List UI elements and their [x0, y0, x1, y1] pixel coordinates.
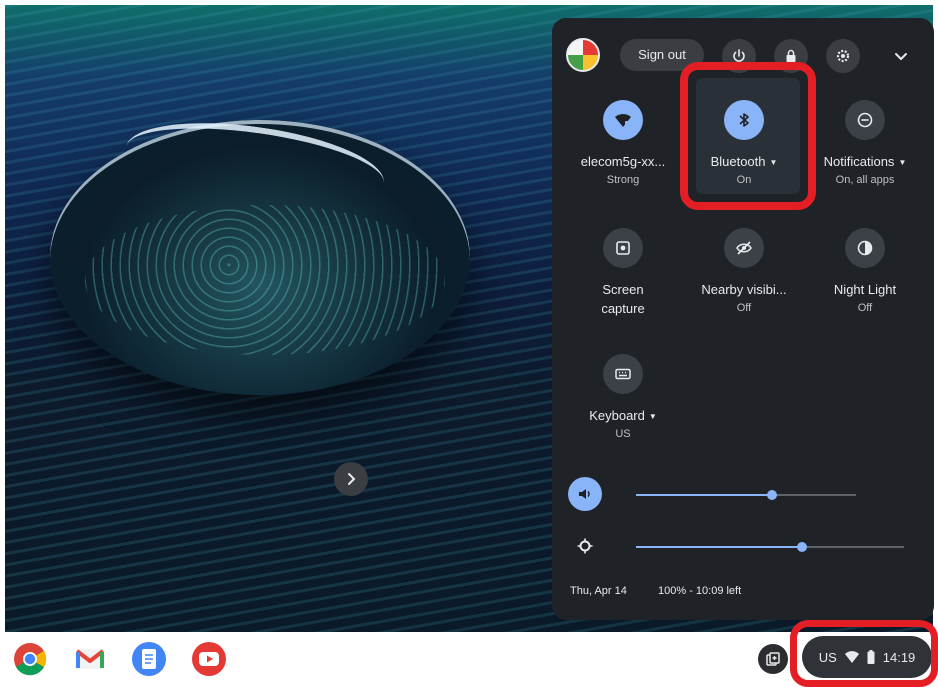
brightness-icon [577, 538, 593, 554]
tile-label: Screen [602, 282, 644, 297]
gear-icon [836, 49, 850, 63]
settings-button[interactable] [826, 39, 860, 73]
volume-slider-thumb[interactable] [767, 490, 777, 500]
tray-highlight-ring [790, 620, 938, 687]
tile-sub: Off [736, 302, 752, 314]
battery-label: 100% - 10:09 left [658, 585, 742, 597]
brightness-slider[interactable] [636, 542, 904, 552]
tile-notifications[interactable]: Notifications ▼ On, all apps [805, 100, 925, 186]
volume-slider[interactable] [636, 490, 856, 500]
youtube-app[interactable] [192, 642, 226, 676]
audio-settings-button[interactable] [334, 462, 368, 496]
night-light-icon [857, 240, 873, 256]
chevron-down-icon [895, 53, 907, 61]
tile-label-line2: capture [601, 301, 645, 316]
tile-wifi[interactable]: elecom5g-xx... Strong [563, 100, 683, 186]
avatar[interactable] [566, 38, 600, 72]
tile-label: elecom5g-xx... [580, 154, 666, 169]
holding-space-icon [766, 652, 780, 666]
youtube-icon [199, 652, 219, 666]
tile-label: Notifications ▼ [823, 154, 907, 169]
docs-icon [142, 649, 156, 669]
tile-label: Keyboard ▼ [589, 408, 657, 423]
keyboard-toggle[interactable] [603, 354, 643, 394]
docs-app[interactable] [132, 642, 166, 676]
wifi-toggle[interactable] [603, 100, 643, 140]
night-light-toggle[interactable] [845, 228, 885, 268]
volume-icon [579, 489, 590, 499]
volume-slider-fill [636, 494, 772, 496]
volume-row [0, 475, 938, 515]
nearby-visibility-toggle[interactable] [724, 228, 764, 268]
tile-label: Nearby visibi... [701, 282, 787, 297]
tile-nearby-visibility[interactable]: Nearby visibi... Off [684, 228, 804, 314]
keyboard-icon [615, 368, 631, 380]
gmail-app[interactable] [73, 642, 107, 676]
tile-sub: On, all apps [835, 174, 895, 186]
tile-label: Night Light [833, 282, 897, 297]
tile-keyboard[interactable]: Keyboard ▼ US [563, 354, 683, 440]
chrome-icon [14, 643, 47, 676]
notifications-icon [857, 112, 873, 128]
dropdown-caret-icon: ▼ [648, 412, 657, 422]
brightness-row [0, 527, 938, 567]
gmail-icon [75, 649, 105, 669]
mute-button[interactable] [568, 477, 602, 511]
chrome-app[interactable] [13, 642, 47, 676]
tile-sub: US [615, 428, 631, 440]
bluetooth-highlight-ring [680, 62, 816, 210]
tile-sub: Off [857, 302, 873, 314]
holding-space-button[interactable] [758, 644, 788, 674]
tile-night-light[interactable]: Night Light Off [805, 228, 925, 314]
brightness-button [568, 529, 602, 563]
nearby-visibility-icon [736, 241, 752, 255]
brightness-slider-thumb[interactable] [797, 542, 807, 552]
collapse-button[interactable] [890, 45, 912, 67]
dropdown-caret-icon: ▼ [898, 158, 907, 168]
drop-reflection [85, 205, 445, 355]
screen-capture-toggle[interactable] [603, 228, 643, 268]
brightness-slider-fill [636, 546, 802, 548]
wifi-lock-icon [615, 113, 631, 127]
screen-capture-icon [616, 241, 630, 255]
notifications-toggle[interactable] [845, 100, 885, 140]
tile-sub: Strong [606, 174, 640, 186]
tile-screen-capture[interactable]: Screen capture [563, 228, 683, 316]
date-label: Thu, Apr 14 [570, 585, 627, 597]
chevron-right-icon [348, 473, 356, 485]
